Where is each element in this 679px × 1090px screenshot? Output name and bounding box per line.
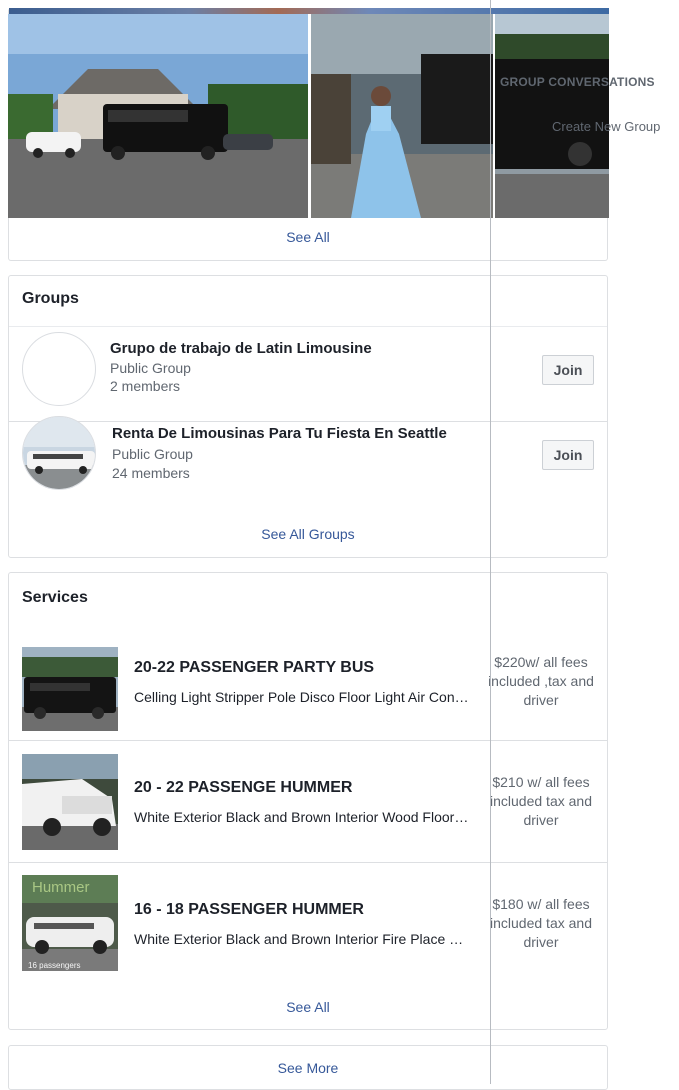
svg-text:16 passengers: 16 passengers <box>28 961 80 970</box>
group-name[interactable]: Renta De Limousinas Para Tu Fiesta En Se… <box>112 425 447 442</box>
group-conversations-heading: GROUP CONVERSATIONS <box>500 75 655 89</box>
service-thumbnail-hummer-16[interactable]: Hummer 16 passengers <box>22 875 118 971</box>
group-member-count: 2 members <box>110 378 181 394</box>
service-row[interactable]: 20 - 22 PASSENGE HUMMER White Exterior B… <box>9 741 607 863</box>
photos-see-all-link[interactable]: See All <box>9 229 607 245</box>
service-thumbnail-party-bus[interactable] <box>22 647 118 731</box>
service-row[interactable]: Hummer 16 passengers 16 - 18 PASSENGER H… <box>9 863 607 984</box>
join-group-button[interactable]: Join <box>542 355 594 385</box>
group-name[interactable]: Grupo de trabajo de Latin Limousine <box>110 340 372 357</box>
group-avatar[interactable] <box>22 332 96 406</box>
see-all-groups-link[interactable]: See All Groups <box>9 526 607 542</box>
service-price: $180 w/ all fees included tax and driver <box>490 896 592 950</box>
groups-card: Groups Grupo de trabajo de Latin Limousi… <box>8 275 608 558</box>
join-group-button[interactable]: Join <box>542 440 594 470</box>
group-privacy: Public Group <box>110 360 191 376</box>
photo-bus-side[interactable] <box>495 14 609 218</box>
photo-party-bus-house[interactable] <box>8 14 308 218</box>
group-avatar[interactable] <box>22 416 96 490</box>
service-price: $210 w/ all fees included tax and driver <box>490 774 592 828</box>
services-card: Services 20-22 PASSENGER PARTY BUS Celli… <box>8 572 608 1030</box>
group-row: Renta De Limousinas Para Tu Fiesta En Se… <box>9 407 607 501</box>
create-new-group-link[interactable]: Create New Group <box>552 119 660 134</box>
svg-text:Hummer: Hummer <box>32 879 90 896</box>
sidebar-divider <box>490 0 491 1084</box>
service-name[interactable]: 16 - 18 PASSENGER HUMMER <box>134 901 364 919</box>
service-name[interactable]: 20 - 22 PASSENGE HUMMER <box>134 779 352 797</box>
photos-card: See All <box>8 8 609 261</box>
service-row[interactable]: 20-22 PASSENGER PARTY BUS Celling Light … <box>9 619 607 741</box>
see-more-link[interactable]: See More <box>9 1060 607 1076</box>
photo-quinceanera[interactable] <box>311 14 493 218</box>
services-see-all-link[interactable]: See All <box>9 999 607 1015</box>
group-member-count: 24 members <box>112 465 190 481</box>
group-privacy: Public Group <box>112 446 193 462</box>
see-more-card: See More <box>8 1045 608 1090</box>
service-description: Celling Light Stripper Pole Disco Floor … <box>134 689 469 705</box>
services-title: Services <box>22 589 88 606</box>
service-price: $220w/ all fees included ,tax and driver <box>488 654 594 708</box>
service-thumbnail-hummer[interactable] <box>22 754 118 850</box>
groups-title: Groups <box>22 290 79 307</box>
service-name[interactable]: 20-22 PASSENGER PARTY BUS <box>134 659 374 677</box>
service-description: White Exterior Black and Brown Interior … <box>134 931 469 947</box>
service-description: White Exterior Black and Brown Interior … <box>134 809 469 825</box>
